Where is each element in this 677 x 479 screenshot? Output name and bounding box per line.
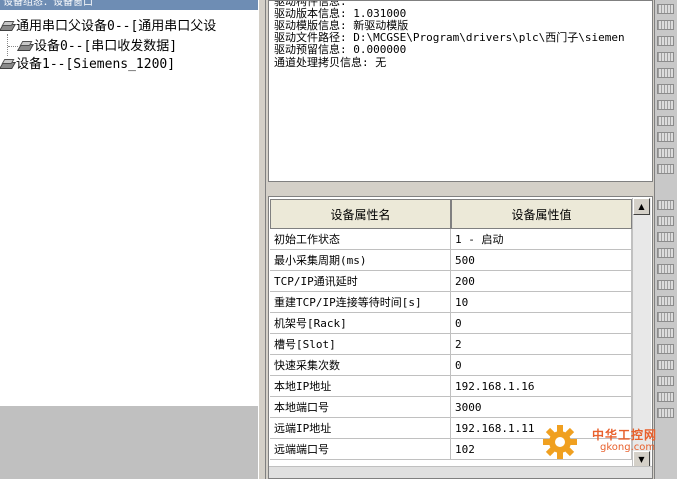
property-value-cell[interactable]: 0 xyxy=(451,355,632,376)
table-row[interactable]: 初始工作状态 1 - 启动 xyxy=(269,229,632,250)
list-item xyxy=(657,328,674,338)
list-item xyxy=(657,312,674,322)
list-item xyxy=(657,392,674,402)
property-value-cell[interactable]: 1 - 启动 xyxy=(451,229,632,250)
property-name-cell: 机架号[Rack] xyxy=(270,313,451,334)
list-item xyxy=(657,232,674,242)
column-header-property-value[interactable]: 设备属性值 xyxy=(451,199,632,229)
property-value-cell[interactable]: 3000 xyxy=(451,397,632,418)
table-row[interactable]: 最小采集周期(ms) 500 xyxy=(269,250,632,271)
column-header-property-name[interactable]: 设备属性名 xyxy=(270,199,451,229)
device-icon xyxy=(0,21,14,31)
watermark-logo: 中华工控网 gkong.com xyxy=(540,420,668,465)
list-item xyxy=(657,360,674,370)
list-item xyxy=(657,68,674,78)
table-row[interactable]: 本地IP地址 192.168.1.16 xyxy=(269,376,632,397)
scroll-up-button[interactable]: ▲ xyxy=(633,198,650,215)
list-item xyxy=(657,200,674,210)
property-name-cell: 重建TCP/IP连接等待时间[s] xyxy=(270,292,451,313)
tree-connector xyxy=(8,46,18,47)
list-item xyxy=(657,376,674,386)
list-item xyxy=(657,148,674,158)
list-item xyxy=(657,52,674,62)
list-item xyxy=(657,116,674,126)
list-item xyxy=(657,344,674,354)
list-item xyxy=(657,264,674,274)
property-name-cell: 本地端口号 xyxy=(270,397,451,418)
list-item xyxy=(657,84,674,94)
property-value-cell[interactable]: 192.168.1.16 xyxy=(451,376,632,397)
property-name-cell: TCP/IP通讯延时 xyxy=(270,271,451,292)
property-name-cell: 远端端口号 xyxy=(270,439,451,460)
info-line: 通道处理拷贝信息: 无 xyxy=(274,56,387,69)
tree-connector xyxy=(7,34,8,56)
list-item xyxy=(657,36,674,46)
table-row[interactable]: 快速采集次数 0 xyxy=(269,355,632,376)
horizontal-scrollbar[interactable] xyxy=(269,466,652,478)
watermark-url: gkong.com xyxy=(600,442,656,453)
property-value-cell[interactable]: 10 xyxy=(451,292,632,313)
property-name-cell: 初始工作状态 xyxy=(270,229,451,250)
driver-info-text: 驱动构件信息: 驱动版本信息: 1.031000 驱动模版信息: 新驱动模版 驱… xyxy=(268,0,653,182)
list-item xyxy=(657,248,674,258)
watermark-text: 中华工控网 xyxy=(592,428,658,442)
gear-icon xyxy=(543,425,577,459)
list-item xyxy=(657,132,674,142)
list-item xyxy=(657,20,674,30)
tree-item-label: 设备0--[串口收发数据] xyxy=(34,39,178,54)
property-value-cell[interactable]: 2 xyxy=(451,334,632,355)
device-icon xyxy=(0,59,14,69)
tree-item-label: 设备1--[Siemens_1200] xyxy=(16,57,176,72)
list-item xyxy=(657,4,674,14)
property-value-cell[interactable]: 500 xyxy=(451,250,632,271)
tree-item-parent-device-0[interactable]: 通用串口父设备0--[通用串口父设 xyxy=(0,16,216,36)
right-panel-strip xyxy=(654,0,677,479)
device-icon xyxy=(18,41,32,51)
property-name-cell: 最小采集周期(ms) xyxy=(270,250,451,271)
table-row[interactable]: TCP/IP通讯延时 200 xyxy=(269,271,632,292)
list-item xyxy=(657,216,674,226)
pane-title: 设备组态：设备窗口 xyxy=(0,0,258,10)
tree-item-device-0[interactable]: 设备0--[串口收发数据] xyxy=(18,36,177,56)
property-name-cell: 本地IP地址 xyxy=(270,376,451,397)
property-name-cell: 槽号[Slot] xyxy=(270,334,451,355)
tree-item-device-1[interactable]: 设备1--[Siemens_1200] xyxy=(0,54,175,74)
list-item xyxy=(657,280,674,290)
property-name-cell: 远端IP地址 xyxy=(270,418,451,439)
list-item xyxy=(657,408,674,418)
pane-splitter[interactable] xyxy=(258,0,266,479)
device-tree: 通用串口父设备0--[通用串口父设 设备0--[串口收发数据] 设备1--[Si… xyxy=(0,10,258,406)
property-value-cell[interactable]: 200 xyxy=(451,271,632,292)
info-line: 驱动预留信息: 0.000000 xyxy=(274,43,407,56)
tree-item-label: 通用串口父设备0--[通用串口父设 xyxy=(16,19,217,34)
property-name-cell: 快速采集次数 xyxy=(270,355,451,376)
table-row[interactable]: 本地端口号 3000 xyxy=(269,397,632,418)
list-item xyxy=(657,296,674,306)
property-value-cell[interactable]: 0 xyxy=(451,313,632,334)
list-item xyxy=(657,100,674,110)
device-window-pane: 设备组态：设备窗口 通用串口父设备0--[通用串口父设 设备0--[串口收发数据… xyxy=(0,0,258,479)
list-item xyxy=(657,164,674,174)
table-row[interactable]: 机架号[Rack] 0 xyxy=(269,313,632,334)
table-row[interactable]: 槽号[Slot] 2 xyxy=(269,334,632,355)
table-row[interactable]: 重建TCP/IP连接等待时间[s] 10 xyxy=(269,292,632,313)
